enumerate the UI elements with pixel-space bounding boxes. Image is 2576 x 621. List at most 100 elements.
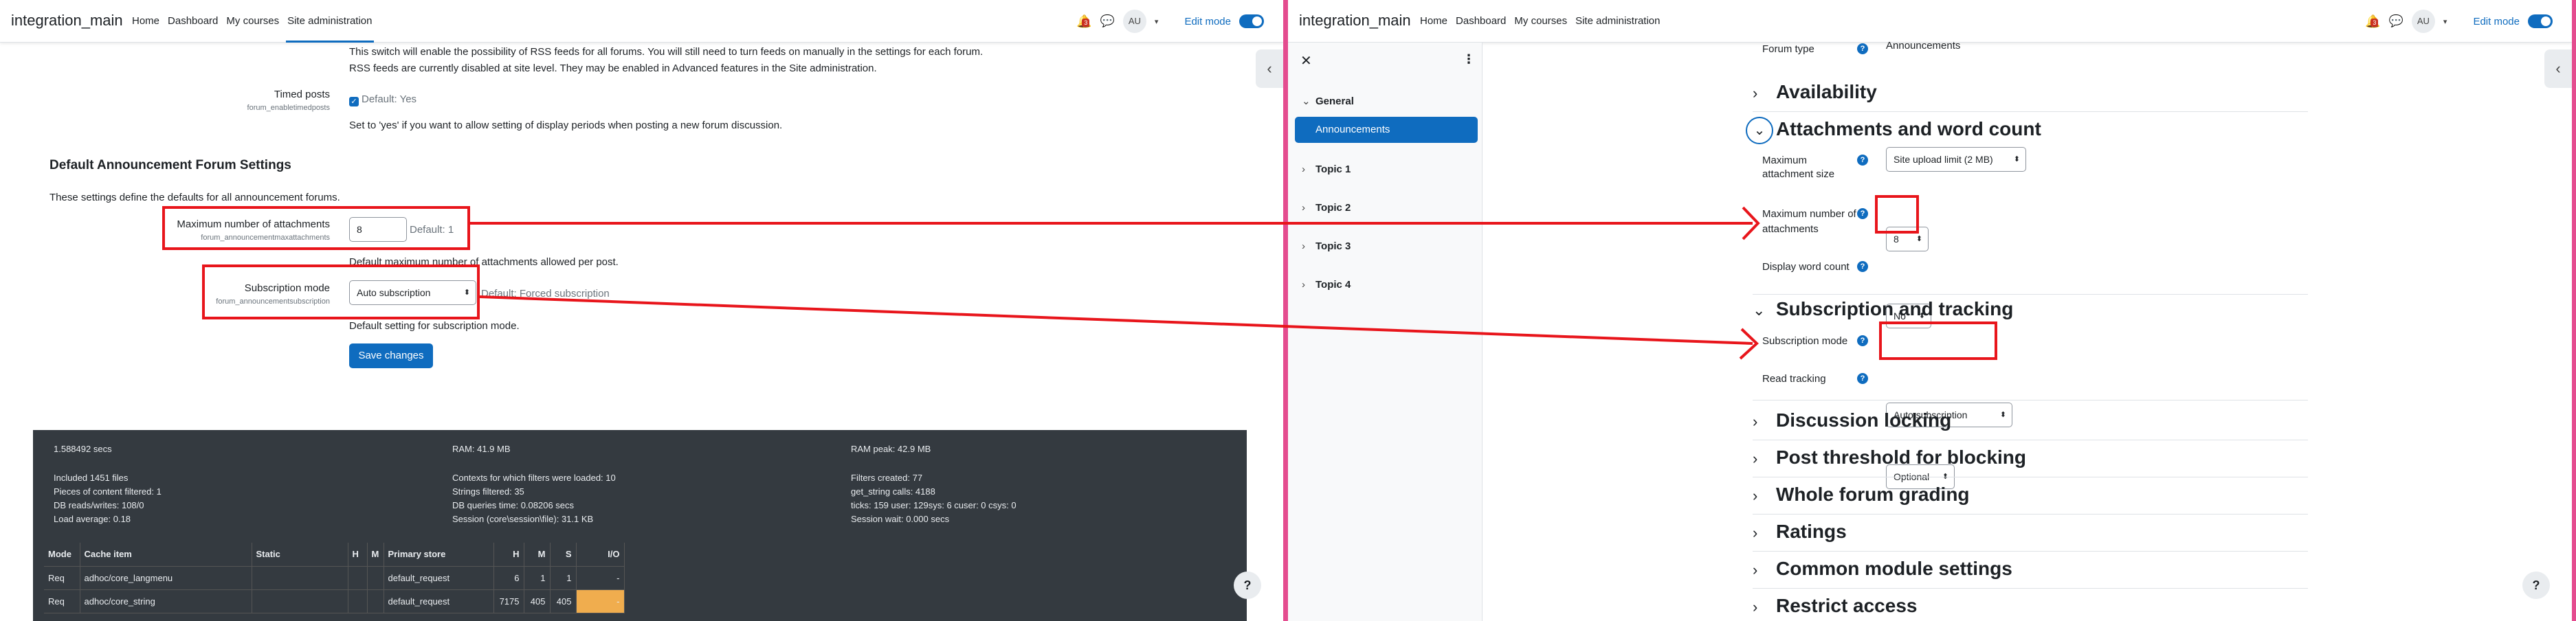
help-button[interactable]: ?	[2522, 572, 2550, 599]
cache-cell: 1	[550, 566, 577, 589]
course-section-label: Topic 1	[1315, 163, 1351, 175]
help-icon[interactable]: ?	[1857, 335, 1868, 346]
rss-description-line-1: This switch will enable the possibility …	[349, 46, 984, 58]
notification-count-badge: 3	[1082, 18, 1090, 27]
messages-icon[interactable]: 💬	[2389, 14, 2403, 28]
cache-cell: 7175	[493, 589, 524, 613]
max-attachment-size-select[interactable]: Site upload limit (2 MB) ⬍	[1886, 147, 2026, 172]
timed-posts-setting: ✓ Default: Yes	[349, 93, 417, 106]
collapse-chevron-icon[interactable]: ⌄	[1746, 117, 1773, 144]
cache-header: Mode	[44, 543, 80, 566]
help-icon[interactable]: ?	[1857, 43, 1868, 54]
help-icon[interactable]: ?	[1857, 373, 1868, 384]
site-brand[interactable]: integration_main	[11, 12, 123, 30]
chevron-right-icon[interactable]: ›	[1302, 240, 1315, 252]
course-section-topic-4[interactable]: › Topic 4	[1302, 279, 1351, 291]
divider	[1753, 294, 2308, 295]
section-restrict-access[interactable]: › Restrict access	[1753, 595, 1917, 617]
nav-my-courses[interactable]: My courses	[222, 0, 283, 43]
chevron-right-icon[interactable]: ›	[1753, 524, 1776, 542]
chevron-down-icon[interactable]: ⌄	[1302, 95, 1315, 107]
nav-dashboard[interactable]: Dashboard	[164, 0, 222, 43]
user-menu-area: 🔔3 💬 AU ▾ Edit mode	[2365, 0, 2553, 43]
panel-divider	[1283, 0, 1288, 621]
notification-bell-icon[interactable]: 🔔3	[1076, 14, 1091, 29]
section-discussion-locking[interactable]: › Discussion locking	[1753, 409, 1951, 431]
cache-cell: -	[576, 589, 625, 613]
open-drawer-chevron-icon[interactable]: ‹	[2544, 49, 2572, 88]
divider	[1753, 551, 2308, 552]
perf-ram-peak: RAM peak: 42.9 MB	[851, 444, 931, 454]
chevron-right-icon[interactable]: ›	[1753, 561, 1776, 579]
course-section-topic-3[interactable]: › Topic 3	[1302, 240, 1351, 252]
help-icon[interactable]: ?	[1857, 155, 1868, 166]
chevron-right-icon[interactable]: ›	[1753, 598, 1776, 616]
right-screenshot-panel: integration_main Home Dashboard My cours…	[1288, 0, 2572, 621]
select-arrows-icon: ⬍	[1999, 411, 2006, 419]
chevron-right-icon[interactable]: ›	[1302, 279, 1315, 291]
cache-header: H	[348, 543, 368, 566]
help-button[interactable]: ?	[1234, 572, 1261, 599]
chevron-down-icon[interactable]: ▾	[2443, 17, 2447, 26]
section-common-module-settings[interactable]: › Common module settings	[1753, 558, 2012, 580]
section-title: Post threshold for blocking	[1776, 447, 2027, 468]
perf-session: Session (core\session\file): 31.1 KB	[452, 514, 594, 524]
course-item-announcements[interactable]: Announcements	[1295, 117, 1478, 143]
help-icon[interactable]: ?	[1857, 261, 1868, 272]
section-subscription[interactable]: ⌄ Subscription and tracking	[1753, 298, 2013, 320]
notification-bell-icon[interactable]: 🔔3	[2365, 14, 2380, 29]
messages-icon[interactable]: 💬	[1100, 14, 1115, 28]
cache-header: S	[550, 543, 577, 566]
timed-posts-default: Default: Yes	[362, 93, 417, 105]
timed-posts-label: Timed posts	[274, 89, 330, 100]
course-section-topic-2[interactable]: › Topic 2	[1302, 202, 1351, 214]
more-options-icon[interactable]: ⋮	[1463, 52, 1475, 67]
edit-mode-label: Edit mode	[1184, 15, 1231, 27]
section-post-threshold[interactable]: › Post threshold for blocking	[1753, 447, 2026, 468]
timed-posts-checkbox[interactable]: ✓	[349, 97, 359, 106]
user-avatar[interactable]: AU	[2411, 10, 2435, 33]
section-whole-forum-grading[interactable]: › Whole forum grading	[1753, 484, 1970, 506]
nav-home[interactable]: Home	[1416, 0, 1452, 43]
edit-mode-toggle[interactable]	[2528, 14, 2553, 28]
cache-cell	[252, 589, 348, 613]
nav-site-administration[interactable]: Site administration	[283, 0, 376, 43]
course-section-topic-1[interactable]: › Topic 1	[1302, 163, 1351, 175]
perf-filters-created: Filters created: 77	[851, 473, 923, 483]
edit-mode-toggle[interactable]	[1239, 14, 1264, 28]
chevron-right-icon[interactable]: ›	[1753, 450, 1776, 468]
nav-dashboard[interactable]: Dashboard	[1452, 0, 1510, 43]
section-attachments[interactable]: Attachments and word count	[1776, 118, 2041, 140]
chevron-right-icon[interactable]: ›	[1302, 202, 1315, 214]
chevron-right-icon[interactable]: ›	[1302, 163, 1315, 175]
save-changes-button[interactable]: Save changes	[349, 343, 433, 368]
close-icon[interactable]: ✕	[1300, 52, 1312, 69]
nav-my-courses[interactable]: My courses	[1510, 0, 1571, 43]
cache-cell: 405	[524, 589, 551, 613]
perf-secs: 1.588492 secs	[54, 444, 112, 454]
course-section-general[interactable]: ⌄ General	[1302, 95, 1354, 107]
chevron-down-icon[interactable]: ▾	[1155, 17, 1159, 26]
top-navbar: integration_main Home Dashboard My cours…	[1288, 0, 2572, 43]
cache-cell	[252, 566, 348, 589]
chevron-down-icon[interactable]: ⌄	[1753, 302, 1776, 319]
cache-cell	[367, 589, 384, 613]
chevron-right-icon[interactable]: ›	[1753, 84, 1776, 102]
course-section-label: Topic 2	[1315, 202, 1351, 214]
annotation-box-right-subscription	[1879, 321, 1997, 360]
nav-home[interactable]: Home	[128, 0, 164, 43]
primary-navigation: Home Dashboard My courses Site administr…	[128, 0, 377, 43]
nav-site-administration[interactable]: Site administration	[1571, 0, 1664, 43]
help-icon[interactable]: ?	[1857, 208, 1868, 219]
chevron-right-icon[interactable]: ›	[1753, 413, 1776, 431]
section-ratings[interactable]: › Ratings	[1753, 521, 1847, 543]
rss-description-line-2: RSS feeds are currently disabled at site…	[349, 63, 877, 74]
open-drawer-chevron-icon[interactable]: ‹	[1256, 49, 1283, 88]
chevron-right-icon[interactable]: ›	[1753, 487, 1776, 505]
section-availability[interactable]: › Availability	[1753, 81, 1877, 103]
site-brand[interactable]: integration_main	[1299, 12, 1411, 30]
select-arrows-icon: ⬍	[2013, 155, 2020, 163]
cache-cell	[348, 566, 368, 589]
max-attachment-size-label-1: Maximum	[1762, 155, 1808, 166]
user-avatar[interactable]: AU	[1122, 10, 1146, 33]
